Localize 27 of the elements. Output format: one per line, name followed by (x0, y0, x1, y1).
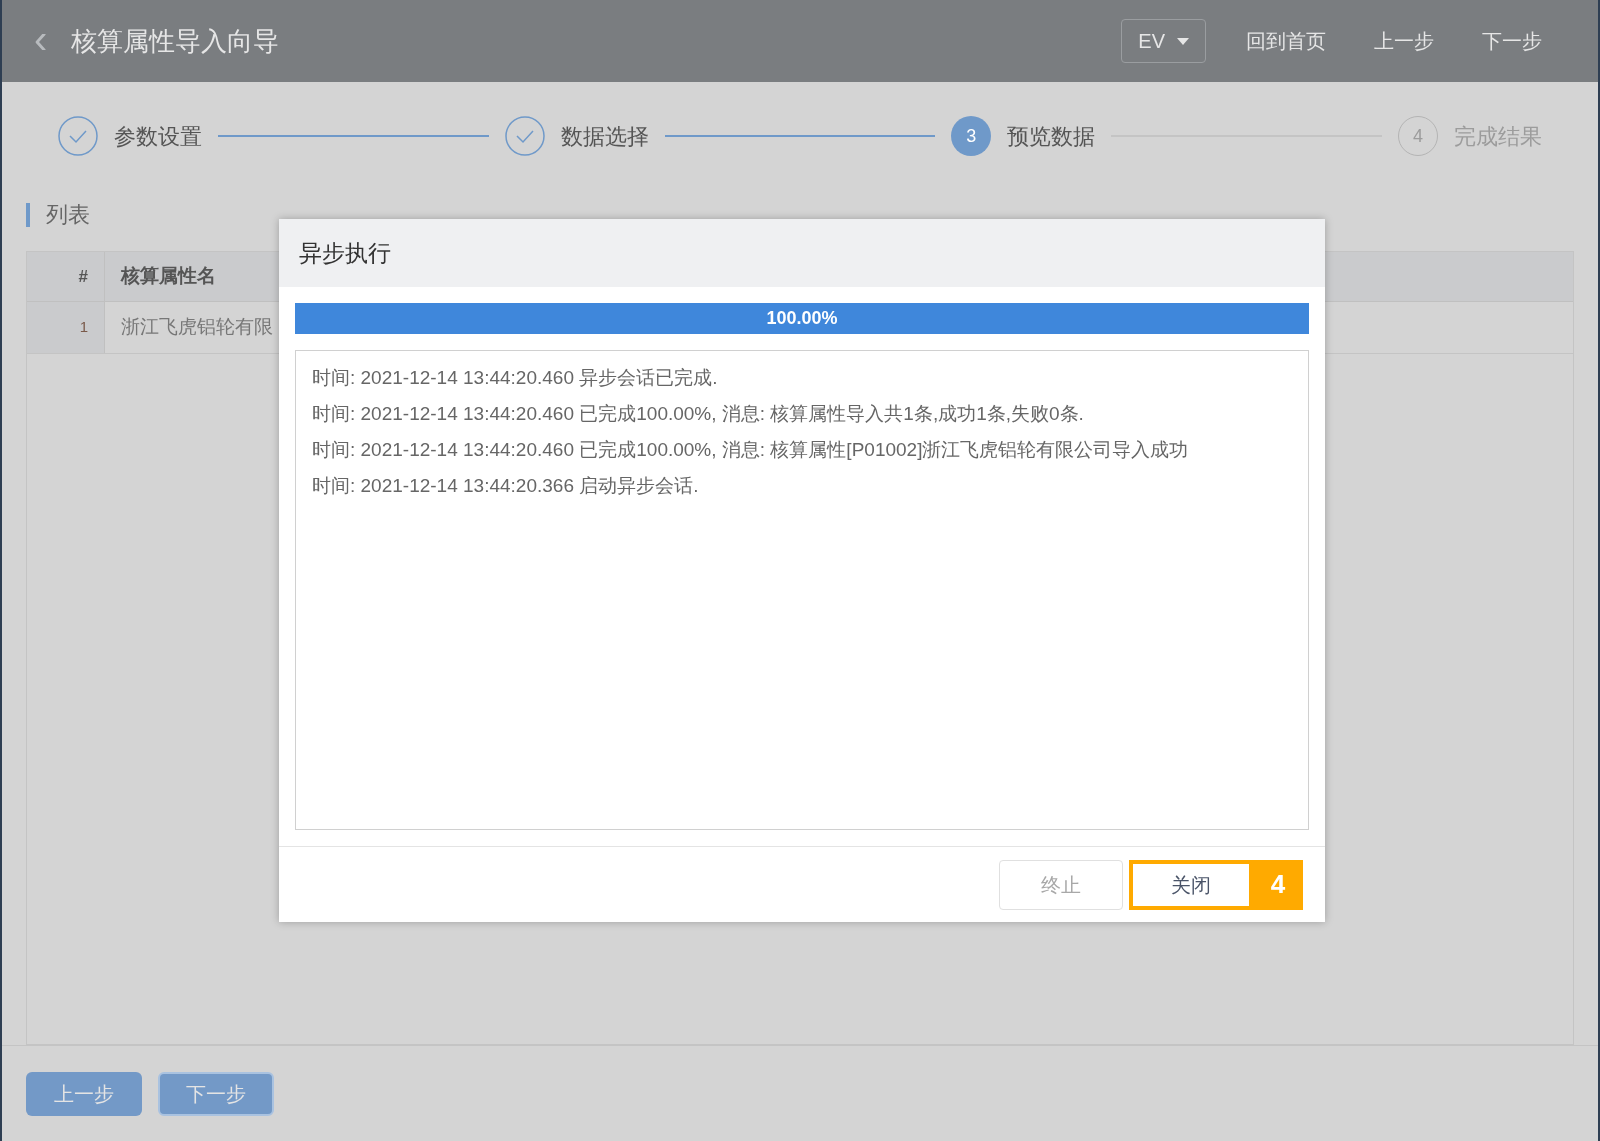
log-line: 时间: 2021-12-14 13:44:20.460 异步会话已完成. (312, 367, 719, 389)
caret-icon (1177, 37, 1189, 45)
page-title: 核算属性导入向导 (71, 24, 280, 58)
section-title: 列表 (46, 201, 90, 229)
log-line: 时间: 2021-12-14 13:44:20.366 启动异步会话. (312, 475, 700, 497)
step-callout: 4 (1253, 859, 1303, 910)
back-button[interactable]: ‹ (34, 19, 48, 59)
header-link[interactable]: 下一步 (1458, 26, 1566, 56)
step-label: 预览数据 (1007, 122, 1096, 151)
row-number: 1 (27, 302, 105, 353)
dialog-button[interactable]: 关闭 (1129, 859, 1253, 910)
step-label: 数据选择 (560, 122, 649, 151)
language-dropdown[interactable]: EV (1121, 19, 1206, 63)
log-line: 时间: 2021-12-14 13:44:20.460 已完成100.00%, 消息: 核算属性[P01002]浙江飞虎铝轮有限公司导入成功 (312, 439, 1190, 461)
column-header: 核算属性名 (119, 264, 216, 289)
progress-reading: 100.00% (765, 307, 839, 330)
table-cell-text: 浙江飞虎铝轮有限 (120, 315, 273, 340)
step-label: 完成结果 (1454, 122, 1542, 151)
column-header: # (27, 252, 105, 301)
log-line: 时间: 2021-12-14 13:44:20.460 已完成100.00%, 消息: 核算属性导入共1条,成功1条,失败0条. (312, 403, 1085, 425)
step-button[interactable]: 上一步 (26, 1071, 142, 1116)
header-link[interactable]: 回到首页 (1222, 26, 1350, 56)
dialog-title: 异步执行 (299, 238, 391, 268)
step-button[interactable]: 下一步 (158, 1071, 274, 1116)
header-link[interactable]: 上一步 (1350, 26, 1458, 56)
step-label: 参数设置 (114, 122, 202, 151)
step-number: 3 (951, 116, 992, 156)
